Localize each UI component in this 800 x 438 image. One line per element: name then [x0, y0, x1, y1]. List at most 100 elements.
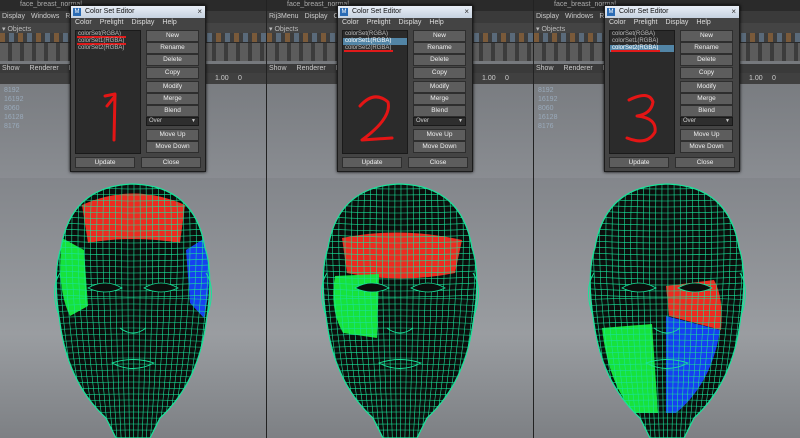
blend-button[interactable]: Blend	[146, 105, 199, 117]
close-icon[interactable]: ×	[731, 7, 736, 16]
copy-button[interactable]: Copy	[413, 67, 466, 79]
color-set-item[interactable]: colorSet(RGBA)	[610, 31, 674, 38]
show-menu[interactable]: Show	[536, 65, 554, 72]
menu-help[interactable]: Help	[162, 19, 176, 26]
color-set-item[interactable]: colorSet2(RGBA)	[343, 45, 407, 52]
field-value[interactable]: 0	[505, 75, 509, 82]
delete-button[interactable]: Delete	[680, 54, 733, 66]
color-set-item[interactable]: colorSet2(RGBA)	[610, 45, 674, 52]
update-button[interactable]: Update	[342, 157, 402, 168]
color-set-editor-dialog: M Color Set Editor × Color Prelight Display H…	[337, 5, 473, 172]
field-value[interactable]: 0	[238, 75, 242, 82]
color-set-item[interactable]: colorSet2(RGBA)	[76, 45, 140, 52]
menu-color[interactable]: Color	[609, 19, 626, 26]
menu-help[interactable]: Help	[429, 19, 443, 26]
color-set-item[interactable]: colorSet1(RGBA)	[76, 38, 140, 45]
menu-item[interactable]: Windows	[31, 13, 59, 20]
merge-button[interactable]: Merge	[413, 93, 466, 105]
delete-button[interactable]: Delete	[413, 54, 466, 66]
copy-button[interactable]: Copy	[680, 67, 733, 79]
color-set-item[interactable]: colorSet(RGBA)	[76, 31, 140, 38]
renderer-menu[interactable]: Renderer	[30, 65, 59, 72]
update-button[interactable]: Update	[75, 157, 135, 168]
modify-button[interactable]: Modify	[146, 81, 199, 93]
move-up-button[interactable]: Move Up	[413, 129, 466, 141]
new-button[interactable]: New	[146, 30, 199, 42]
menu-item[interactable]: Display	[2, 13, 25, 20]
menu-color[interactable]: Color	[75, 19, 92, 26]
dialog-menu-bar: Color Prelight Display Help	[71, 18, 205, 28]
close-icon[interactable]: ×	[464, 7, 469, 16]
move-down-button[interactable]: Move Down	[680, 141, 733, 153]
dialog-title-bar[interactable]: M Color Set Editor ×	[605, 6, 739, 18]
annotation-underline	[611, 50, 660, 52]
blend-mode-select[interactable]: Over ▼	[680, 117, 733, 126]
blend-button[interactable]: Blend	[413, 105, 466, 117]
update-button[interactable]: Update	[609, 157, 669, 168]
merge-button[interactable]: Merge	[680, 93, 733, 105]
move-down-button[interactable]: Move Down	[413, 141, 466, 153]
chevron-down-icon: ▼	[458, 118, 463, 124]
field-value[interactable]: 1.00	[749, 75, 763, 82]
merge-button[interactable]: Merge	[146, 93, 199, 105]
color-set-item[interactable]: colorSet(RGBA)	[343, 31, 407, 38]
handwritten-number	[358, 95, 394, 142]
close-button[interactable]: Close	[408, 157, 468, 168]
move-up-button[interactable]: Move Up	[680, 129, 733, 141]
dialog-menu-bar: Color Prelight Display Help	[338, 18, 472, 28]
move-down-button[interactable]: Move Down	[146, 141, 199, 153]
renderer-menu[interactable]: Renderer	[564, 65, 593, 72]
objects-dropdown[interactable]: ▾ Objects	[269, 25, 298, 33]
menu-prelight[interactable]: Prelight	[367, 19, 391, 26]
delete-button[interactable]: Delete	[146, 54, 199, 66]
rename-button[interactable]: Rename	[680, 42, 733, 54]
field-value[interactable]: 1.00	[215, 75, 229, 82]
blend-mode-select[interactable]: Over ▼	[413, 117, 466, 126]
menu-prelight[interactable]: Prelight	[100, 19, 124, 26]
modify-button[interactable]: Modify	[413, 81, 466, 93]
field-value[interactable]: 0	[772, 75, 776, 82]
color-set-item[interactable]: colorSet1(RGBA)	[343, 38, 407, 45]
blend-mode-select[interactable]: Over ▼	[146, 117, 199, 126]
menu-item[interactable]: Rij3Menu	[269, 13, 299, 20]
head-mesh[interactable]	[267, 178, 533, 438]
menu-display[interactable]: Display	[398, 19, 421, 26]
blend-button[interactable]: Blend	[680, 105, 733, 117]
hud-value: 8060	[538, 105, 554, 112]
dialog-title-bar[interactable]: M Color Set Editor ×	[71, 6, 205, 18]
blend-mode-value: Over	[149, 118, 163, 124]
move-up-button[interactable]: Move Up	[146, 129, 199, 141]
objects-dropdown[interactable]: ▾ Objects	[2, 25, 31, 33]
close-icon[interactable]: ×	[197, 7, 202, 16]
menu-display[interactable]: Display	[665, 19, 688, 26]
new-button[interactable]: New	[413, 30, 466, 42]
field-value[interactable]: 1.00	[482, 75, 496, 82]
color-set-label: colorSet2(RGBA)	[78, 45, 125, 51]
maya-icon: M	[340, 8, 348, 16]
menu-display[interactable]: Display	[131, 19, 154, 26]
menu-prelight[interactable]: Prelight	[634, 19, 658, 26]
menu-item[interactable]: Display	[536, 13, 559, 20]
modify-button[interactable]: Modify	[680, 81, 733, 93]
dialog-title-bar[interactable]: M Color Set Editor ×	[338, 6, 472, 18]
color-set-item[interactable]: colorSet1(RGBA)	[610, 38, 674, 45]
menu-item[interactable]: Display	[305, 13, 328, 20]
renderer-menu[interactable]: Renderer	[297, 65, 326, 72]
show-menu[interactable]: Show	[269, 65, 287, 72]
copy-button[interactable]: Copy	[146, 67, 199, 79]
menu-help[interactable]: Help	[696, 19, 710, 26]
hud-value: 16128	[4, 114, 24, 121]
objects-dropdown[interactable]: ▾ Objects	[536, 25, 565, 33]
menu-item[interactable]: Windows	[565, 13, 593, 20]
rename-button[interactable]: Rename	[146, 42, 199, 54]
show-menu[interactable]: Show	[2, 65, 20, 72]
close-button[interactable]: Close	[141, 157, 201, 168]
hud-value: 16192	[4, 96, 24, 103]
head-mesh[interactable]	[534, 178, 800, 438]
close-button[interactable]: Close	[675, 157, 735, 168]
maya-panel-2: face_breast_normal Rij3MenuDisplayCurves…	[267, 0, 533, 438]
new-button[interactable]: New	[680, 30, 733, 42]
menu-color[interactable]: Color	[342, 19, 359, 26]
rename-button[interactable]: Rename	[413, 42, 466, 54]
head-mesh[interactable]	[0, 178, 266, 438]
